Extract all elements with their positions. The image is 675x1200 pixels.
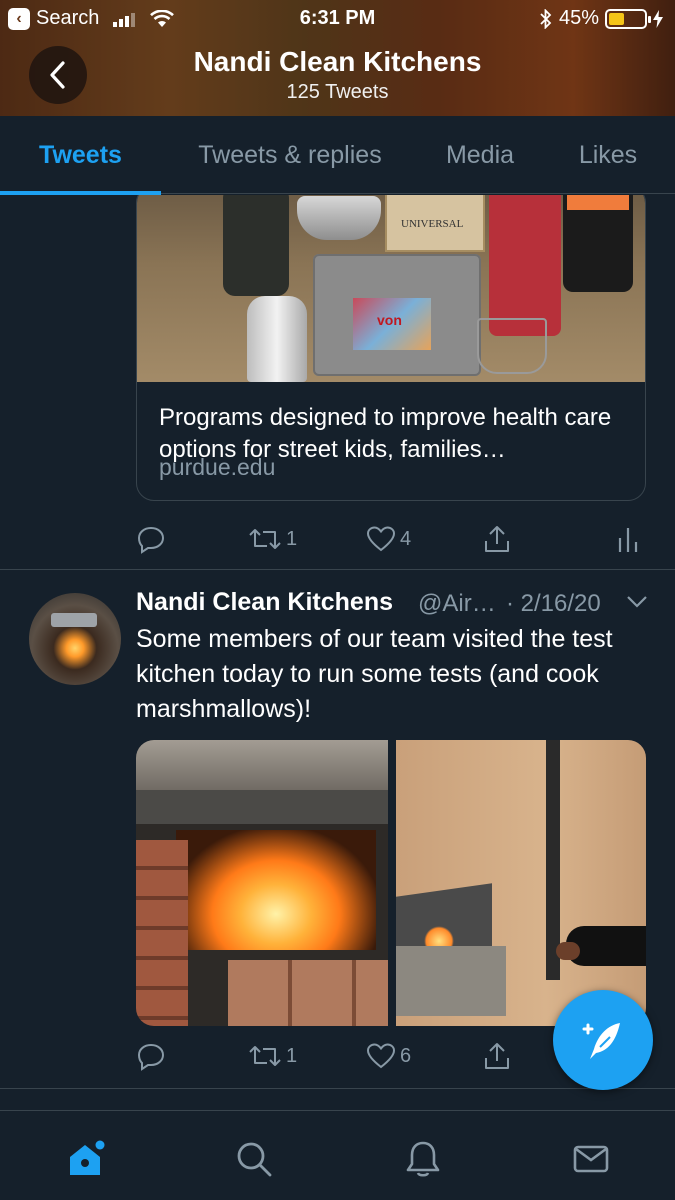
- retweet-icon: [249, 529, 281, 549]
- retweet-icon: [249, 1046, 281, 1066]
- like-count: 4: [400, 527, 412, 550]
- bottom-tab-bar: [0, 1110, 675, 1200]
- profile-name: Nandi Clean Kitchens: [193, 46, 482, 77]
- tweet-media-grid[interactable]: [136, 740, 646, 1026]
- tab-tweets-replies[interactable]: Tweets & replies: [161, 116, 419, 194]
- nav-search[interactable]: [224, 1129, 284, 1189]
- battery-percent: 45%: [558, 7, 599, 29]
- tweet-photo-fire[interactable]: [136, 740, 388, 1026]
- retweet-count: 1: [286, 527, 298, 550]
- tweet-author-handle[interactable]: @Air…: [418, 590, 496, 618]
- bell-icon: [406, 1141, 440, 1177]
- share-icon: [485, 526, 509, 552]
- link-preview-image: UNIVERSAL von: [137, 195, 645, 382]
- reply-icon: [137, 526, 165, 554]
- home-icon: [70, 1140, 105, 1175]
- reply-icon: [137, 1043, 165, 1071]
- tweet-actions: 1 4: [136, 521, 646, 557]
- retweet-button[interactable]: 1: [248, 1038, 297, 1074]
- tweet-date[interactable]: · 2/16/20: [506, 590, 601, 618]
- like-count: 6: [400, 1044, 412, 1067]
- profile-header: ‹ Search 6:31 PM 45% Nandi Clean Kitchen…: [0, 0, 675, 116]
- analytics-button[interactable]: [616, 521, 640, 557]
- profile-tabs: Tweets Tweets & replies Media Likes: [0, 116, 675, 195]
- like-button[interactable]: 4: [366, 521, 411, 557]
- tweet-divider: [0, 1088, 675, 1089]
- tweet-divider: [0, 569, 675, 570]
- tweet-text: Some members of our team visited the tes…: [136, 625, 613, 723]
- battery-icon: [605, 8, 651, 29]
- compose-tweet-button[interactable]: [553, 990, 653, 1090]
- compose-tweet-icon: [582, 1023, 620, 1059]
- nav-notifications[interactable]: [393, 1129, 453, 1189]
- chevron-down-icon[interactable]: [626, 595, 648, 609]
- tab-media[interactable]: Media: [419, 116, 541, 194]
- tab-likes[interactable]: Likes: [541, 116, 675, 194]
- reply-button[interactable]: [136, 521, 166, 557]
- tweet-author-name[interactable]: Nandi Clean Kitchens: [136, 588, 393, 617]
- heart-icon: [366, 526, 396, 552]
- heart-icon: [366, 1043, 396, 1069]
- mail-icon: [573, 1145, 609, 1173]
- nav-home[interactable]: [56, 1129, 116, 1189]
- analytics-icon: [618, 528, 638, 552]
- like-button[interactable]: 6: [366, 1038, 411, 1074]
- tab-tweets[interactable]: Tweets: [0, 116, 161, 195]
- share-button[interactable]: [482, 521, 512, 557]
- retweet-count: 1: [286, 1044, 298, 1067]
- share-button[interactable]: [482, 1038, 512, 1074]
- tweet-count: 125 Tweets: [286, 81, 389, 103]
- link-preview-domain: purdue.edu: [159, 454, 276, 480]
- tweet-photo-stove[interactable]: [396, 740, 646, 1026]
- reply-button[interactable]: [136, 1038, 166, 1074]
- charging-bolt-icon: [653, 9, 663, 28]
- retweet-button[interactable]: 1: [248, 521, 297, 557]
- share-icon: [485, 1043, 509, 1069]
- search-icon: [237, 1142, 272, 1177]
- avatar[interactable]: [29, 593, 121, 685]
- link-preview-card[interactable]: UNIVERSAL von Programs designed to impro…: [136, 195, 646, 501]
- bluetooth-icon: [540, 8, 552, 29]
- nav-messages[interactable]: [561, 1129, 621, 1189]
- tweet-feed[interactable]: UNIVERSAL von Programs designed to impro…: [0, 195, 675, 1110]
- status-bar: ‹ Search 6:31 PM 45%: [0, 0, 675, 38]
